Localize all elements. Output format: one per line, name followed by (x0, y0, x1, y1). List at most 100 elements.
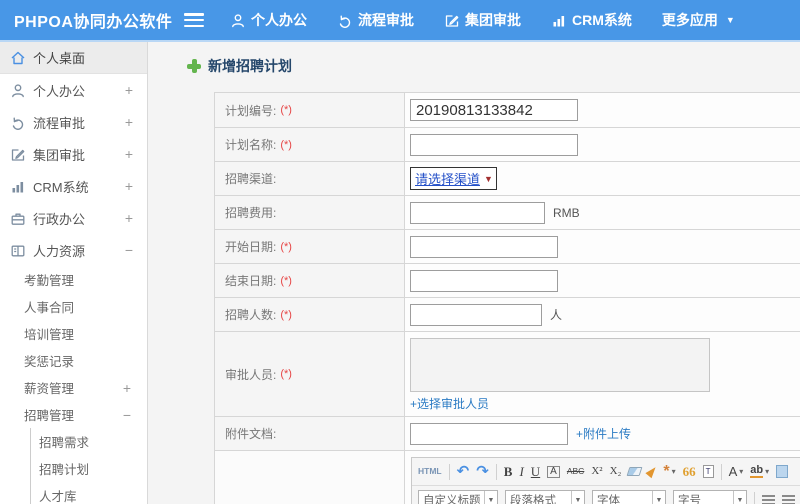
cost-input[interactable] (410, 201, 545, 224)
recruitment-submenu: 招聘需求 招聘计划 人才库 (30, 428, 147, 504)
nav-more-apps[interactable]: 更多应用 ▼ (662, 10, 735, 30)
remove-format-button[interactable]: A (547, 465, 560, 478)
sidebar: 个人桌面 个人办公 + 流程审批 + 集团审批 + CRM系统 + 行政办公 + (0, 42, 148, 504)
nav-personal-office[interactable]: 个人办公 (230, 10, 307, 30)
eraser-icon[interactable] (626, 467, 643, 476)
bold-button[interactable]: B (504, 465, 513, 478)
strikethrough-button[interactable]: ABC (567, 467, 584, 476)
superscript-button[interactable]: X² (591, 466, 602, 477)
sidebar-subitem-recruit-demand[interactable]: 招聘需求 (31, 428, 147, 455)
field-label: 计划编号: (*) (215, 93, 405, 127)
chevron-down-icon: ▾ (739, 466, 744, 476)
paragraph-format-select[interactable]: 段落格式 ▼ (505, 489, 585, 504)
select-approvers-link[interactable]: +选择审批人员 (410, 395, 489, 412)
field-label: 审批人员: (*) (215, 332, 405, 416)
paint-format-dropdown[interactable]: * ▾ (663, 463, 675, 480)
plan-number-input[interactable] (410, 99, 578, 121)
attachment-upload-link[interactable]: +附件上传 (576, 425, 631, 442)
edit-square-icon (11, 148, 25, 161)
field-label: 招聘渠道: (215, 162, 405, 195)
nav-workflow-approval[interactable]: 流程审批 (337, 10, 414, 30)
sidebar-item-desktop[interactable]: 个人桌面 (0, 42, 147, 74)
toolbar-more-icon[interactable] (776, 465, 789, 478)
sidebar-subitem-label: 培训管理 (24, 328, 75, 342)
form-row-start-date: 开始日期: (*) (215, 229, 800, 263)
sidebar-subitem-label: 招聘管理 (24, 409, 75, 423)
align-left-icon[interactable] (762, 495, 775, 504)
font-size-select[interactable]: 字号 ▼ (673, 489, 747, 504)
unit-suffix: 人 (550, 308, 563, 322)
select-caret-icon: ▼ (571, 490, 584, 504)
nav-crm-system[interactable]: CRM系统 (551, 10, 632, 30)
sidebar-subitem-talent-pool[interactable]: 人才库 (31, 482, 147, 504)
nav-label: 集团审批 (465, 12, 521, 28)
plan-name-input[interactable] (410, 133, 578, 156)
highlight-ab: ab (750, 464, 764, 478)
flow-arrow-icon (339, 14, 351, 28)
nav-label: CRM系统 (572, 12, 632, 28)
sidebar-item-admin-office[interactable]: 行政办公 + (0, 202, 147, 234)
required-mark: (*) (280, 274, 292, 287)
redo-icon[interactable]: ↷ (476, 464, 489, 479)
sidebar-item-group-approval[interactable]: 集团审批 + (0, 138, 147, 170)
form-row-end-date: 结束日期: (*) (215, 263, 800, 297)
sidebar-subitem-attendance[interactable]: 考勤管理 (0, 266, 147, 293)
field-label: 招聘费用: (215, 196, 405, 229)
form-row-channel: 招聘渠道: 请选择渠道 ▼ (215, 161, 800, 195)
sidebar-subitem-recruitment[interactable]: 招聘管理 − (0, 401, 147, 428)
headcount-input[interactable] (410, 303, 542, 326)
sidebar-item-label: 个人办公 (33, 83, 86, 99)
menu-toggle-icon[interactable] (184, 13, 204, 27)
start-date-input[interactable] (410, 235, 558, 258)
nav-label: 流程审批 (358, 12, 414, 28)
field-label-empty (215, 451, 405, 504)
custom-title-select[interactable]: 自定义标题 ▼ (418, 489, 498, 504)
form-row-plan-name: 计划名称: (*) (215, 127, 800, 161)
page-title: 新增招聘计划 (187, 56, 800, 76)
sidebar-item-crm[interactable]: CRM系统 + (0, 170, 147, 202)
sidebar-item-personal-office[interactable]: 个人办公 + (0, 74, 147, 106)
channel-select-value: 请选择渠道 (415, 172, 481, 187)
expand-plus-icon: + (124, 82, 133, 98)
required-mark: (*) (280, 104, 292, 116)
subscript-button[interactable]: X₂ (610, 466, 622, 477)
underline-button[interactable]: U (531, 465, 540, 478)
nav-label: 更多应用 (661, 12, 718, 28)
rich-text-editor: HTML ↶ ↷ B I U A ABC X² X₂ * ▾ 66 T A ▾ … (411, 457, 800, 504)
chevron-down-icon: ▼ (725, 15, 735, 25)
font-color-dropdown[interactable]: A ▾ (729, 465, 744, 478)
sidebar-subitem-label: 招聘需求 (39, 436, 90, 450)
sidebar-item-label: 流程审批 (33, 115, 86, 131)
html-source-button[interactable]: HTML (418, 467, 442, 476)
select-caret-icon: ▼ (652, 490, 665, 504)
sidebar-subitem-hr-contract[interactable]: 人事合同 (0, 293, 147, 320)
sidebar-subitem-training[interactable]: 培训管理 (0, 320, 147, 347)
expand-plus-icon: + (122, 379, 131, 396)
sidebar-subitem-label: 招聘计划 (39, 463, 90, 477)
paste-as-text-icon[interactable]: T (702, 465, 714, 478)
attachment-input[interactable] (410, 422, 568, 445)
field-label: 开始日期: (*) (215, 230, 405, 263)
format-brush-icon[interactable] (645, 464, 659, 479)
sidebar-item-human-resources[interactable]: 人力资源 − (0, 234, 147, 266)
approvers-textarea[interactable] (410, 338, 710, 392)
channel-select[interactable]: 请选择渠道 ▼ (410, 167, 497, 190)
nav-group-approval[interactable]: 集团审批 (444, 10, 521, 30)
font-family-select[interactable]: 字体 ▼ (592, 489, 666, 504)
person-icon (12, 83, 24, 97)
end-date-input[interactable] (410, 269, 558, 292)
id-card-icon (11, 245, 25, 256)
highlight-color-dropdown[interactable]: ab ▾ (750, 465, 769, 478)
sidebar-subitem-label: 人才库 (39, 490, 77, 504)
sidebar-subitem-recruit-plan[interactable]: 招聘计划 (31, 455, 147, 482)
sidebar-subitem-rewards[interactable]: 奖惩记录 (0, 347, 147, 374)
align-center-icon[interactable] (782, 495, 795, 504)
blockquote-button[interactable]: 66 (683, 465, 696, 478)
sidebar-subitem-salary[interactable]: 薪资管理 + (0, 374, 147, 401)
undo-icon[interactable]: ↶ (457, 464, 470, 479)
italic-button[interactable]: I (519, 465, 523, 478)
sidebar-subitem-label: 人事合同 (24, 301, 75, 315)
sidebar-item-workflow-approval[interactable]: 流程审批 + (0, 106, 147, 138)
sidebar-item-label: 集团审批 (33, 147, 86, 163)
collapse-minus-icon: − (124, 242, 133, 258)
